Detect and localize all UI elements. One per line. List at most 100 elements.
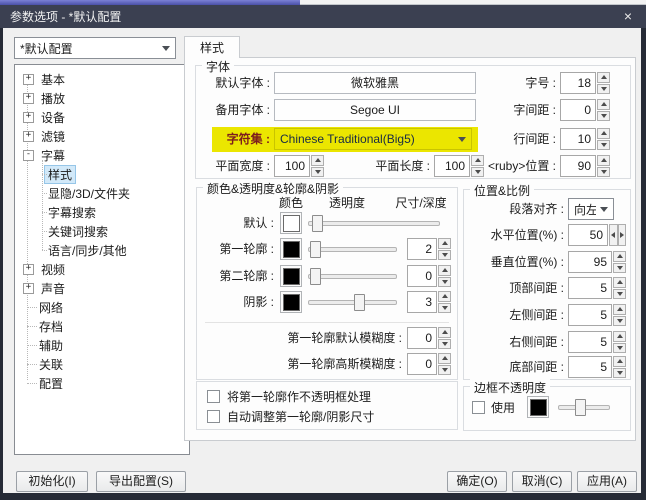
shadow-color-swatch[interactable] <box>280 291 302 313</box>
expand-icon[interactable]: + <box>23 93 34 104</box>
border-use-checkbox[interactable] <box>472 401 485 414</box>
spin-up-button[interactable] <box>438 265 451 276</box>
horizontal-position-spinner[interactable]: 50 <box>568 224 626 246</box>
ruby-position-input[interactable]: 90 <box>560 155 596 177</box>
spin-up-button[interactable] <box>597 99 610 110</box>
top-margin-input[interactable]: 5 <box>568 277 612 299</box>
sidebar-item-keyword-search[interactable]: 关键词搜索 <box>15 222 189 241</box>
expand-icon[interactable]: + <box>23 264 34 275</box>
outline1-color-swatch[interactable] <box>280 238 302 260</box>
expand-icon[interactable]: + <box>23 112 34 123</box>
spin-up-button[interactable] <box>613 251 626 262</box>
spin-down-button[interactable] <box>597 166 610 177</box>
border-color-swatch[interactable] <box>527 396 549 418</box>
default-font-button[interactable]: 微软雅黑 <box>274 72 476 94</box>
spin-down-button[interactable] <box>438 338 451 349</box>
shadow-size-input[interactable]: 3 <box>407 291 437 313</box>
line-spacing-spinner[interactable]: 10 <box>560 128 610 150</box>
sidebar-item-audio[interactable]: + 声音 <box>15 279 189 298</box>
spin-up-button[interactable] <box>613 356 626 367</box>
auto-adjust-checkbox[interactable] <box>207 410 220 423</box>
export-config-button[interactable]: 导出配置(S) <box>96 471 186 492</box>
spin-up-button[interactable] <box>597 72 610 83</box>
right-margin-spinner[interactable]: 5 <box>568 331 626 353</box>
spin-up-button[interactable] <box>613 277 626 288</box>
shadow-opacity-slider[interactable] <box>308 291 397 313</box>
sidebar-item-subtitle-search[interactable]: 字幕搜索 <box>15 203 189 222</box>
blur-default-spinner[interactable]: 0 <box>407 327 451 349</box>
plane-length-spinner[interactable]: 100 <box>434 155 484 177</box>
sidebar-item-subtitle[interactable]: - 字幕 <box>15 146 189 165</box>
align-combobox[interactable]: 向左 <box>568 198 614 220</box>
spin-down-button[interactable] <box>613 342 626 353</box>
charset-combobox[interactable]: Chinese Traditional(Big5) <box>274 128 472 150</box>
tab-style[interactable]: 样式 <box>184 36 240 58</box>
spin-down-button[interactable] <box>438 302 451 313</box>
top-margin-spinner[interactable]: 5 <box>568 277 626 299</box>
preset-combobox[interactable]: *默认配置 <box>14 37 176 59</box>
sidebar-item-show-hide-3d-folder[interactable]: 显隐/3D/文件夹 <box>15 184 189 203</box>
sidebar-item-style[interactable]: 样式 <box>15 165 189 184</box>
bottom-margin-spinner[interactable]: 5 <box>568 356 626 378</box>
left-margin-spinner[interactable]: 5 <box>568 304 626 326</box>
sidebar-item-network[interactable]: 网络 <box>15 298 189 317</box>
opaque-box-checkbox[interactable] <box>207 390 220 403</box>
outline2-size-input[interactable]: 0 <box>407 265 437 287</box>
spin-up-button[interactable] <box>597 128 610 139</box>
apply-button[interactable]: 应用(A) <box>577 471 637 492</box>
border-opacity-slider[interactable] <box>558 396 610 418</box>
spin-up-button[interactable] <box>311 155 324 166</box>
spin-down-button[interactable] <box>597 139 610 150</box>
spin-up-button[interactable] <box>438 291 451 302</box>
spin-down-button[interactable] <box>438 364 451 375</box>
outline1-size-spinner[interactable]: 2 <box>407 238 451 260</box>
spin-up-button[interactable] <box>438 327 451 338</box>
spin-left-button[interactable] <box>609 224 618 246</box>
horizontal-position-input[interactable]: 50 <box>568 224 608 246</box>
sidebar-item-filter[interactable]: + 滤镜 <box>15 127 189 146</box>
shadow-size-spinner[interactable]: 3 <box>407 291 451 313</box>
spin-down-button[interactable] <box>438 276 451 287</box>
spin-up-button[interactable] <box>597 155 610 166</box>
spin-up-button[interactable] <box>613 331 626 342</box>
ok-button[interactable]: 确定(O) <box>447 471 507 492</box>
spin-down-button[interactable] <box>613 262 626 273</box>
spin-up-button[interactable] <box>438 238 451 249</box>
char-spacing-spinner[interactable]: 0 <box>560 99 610 121</box>
spin-down-button[interactable] <box>471 166 484 177</box>
cancel-button[interactable]: 取消(C) <box>512 471 572 492</box>
expand-icon[interactable]: + <box>23 131 34 142</box>
spin-down-button[interactable] <box>613 288 626 299</box>
slider-thumb[interactable] <box>575 399 587 416</box>
char-spacing-input[interactable]: 0 <box>560 99 596 121</box>
default-opacity-slider[interactable] <box>308 212 440 234</box>
slider-thumb[interactable] <box>310 241 322 258</box>
spin-right-button[interactable] <box>617 224 626 246</box>
outline1-opacity-slider[interactable] <box>308 238 397 260</box>
sidebar-item-archive[interactable]: 存档 <box>15 317 189 336</box>
initialize-button[interactable]: 初始化(I) <box>16 471 88 492</box>
blur-default-input[interactable]: 0 <box>407 327 437 349</box>
expand-icon[interactable]: + <box>23 74 34 85</box>
sidebar-item-assist[interactable]: 辅助 <box>15 336 189 355</box>
spin-down-button[interactable] <box>597 83 610 94</box>
slider-thumb[interactable] <box>311 215 323 232</box>
spin-up-button[interactable] <box>438 353 451 364</box>
blur-gauss-input[interactable]: 0 <box>407 353 437 375</box>
spin-down-button[interactable] <box>311 166 324 177</box>
outline2-opacity-slider[interactable] <box>308 265 397 287</box>
font-size-spinner[interactable]: 18 <box>560 72 610 94</box>
expand-icon[interactable]: + <box>23 283 34 294</box>
slider-thumb[interactable] <box>353 294 365 311</box>
right-margin-input[interactable]: 5 <box>568 331 612 353</box>
left-margin-input[interactable]: 5 <box>568 304 612 326</box>
plane-length-input[interactable]: 100 <box>434 155 470 177</box>
spin-down-button[interactable] <box>597 110 610 121</box>
sidebar-item-device[interactable]: + 设备 <box>15 108 189 127</box>
vertical-position-input[interactable]: 95 <box>568 251 612 273</box>
bottom-margin-input[interactable]: 5 <box>568 356 612 378</box>
sidebar-item-association[interactable]: 关联 <box>15 355 189 374</box>
outline2-color-swatch[interactable] <box>280 265 302 287</box>
vertical-position-spinner[interactable]: 95 <box>568 251 626 273</box>
sidebar-item-playback[interactable]: + 播放 <box>15 89 189 108</box>
